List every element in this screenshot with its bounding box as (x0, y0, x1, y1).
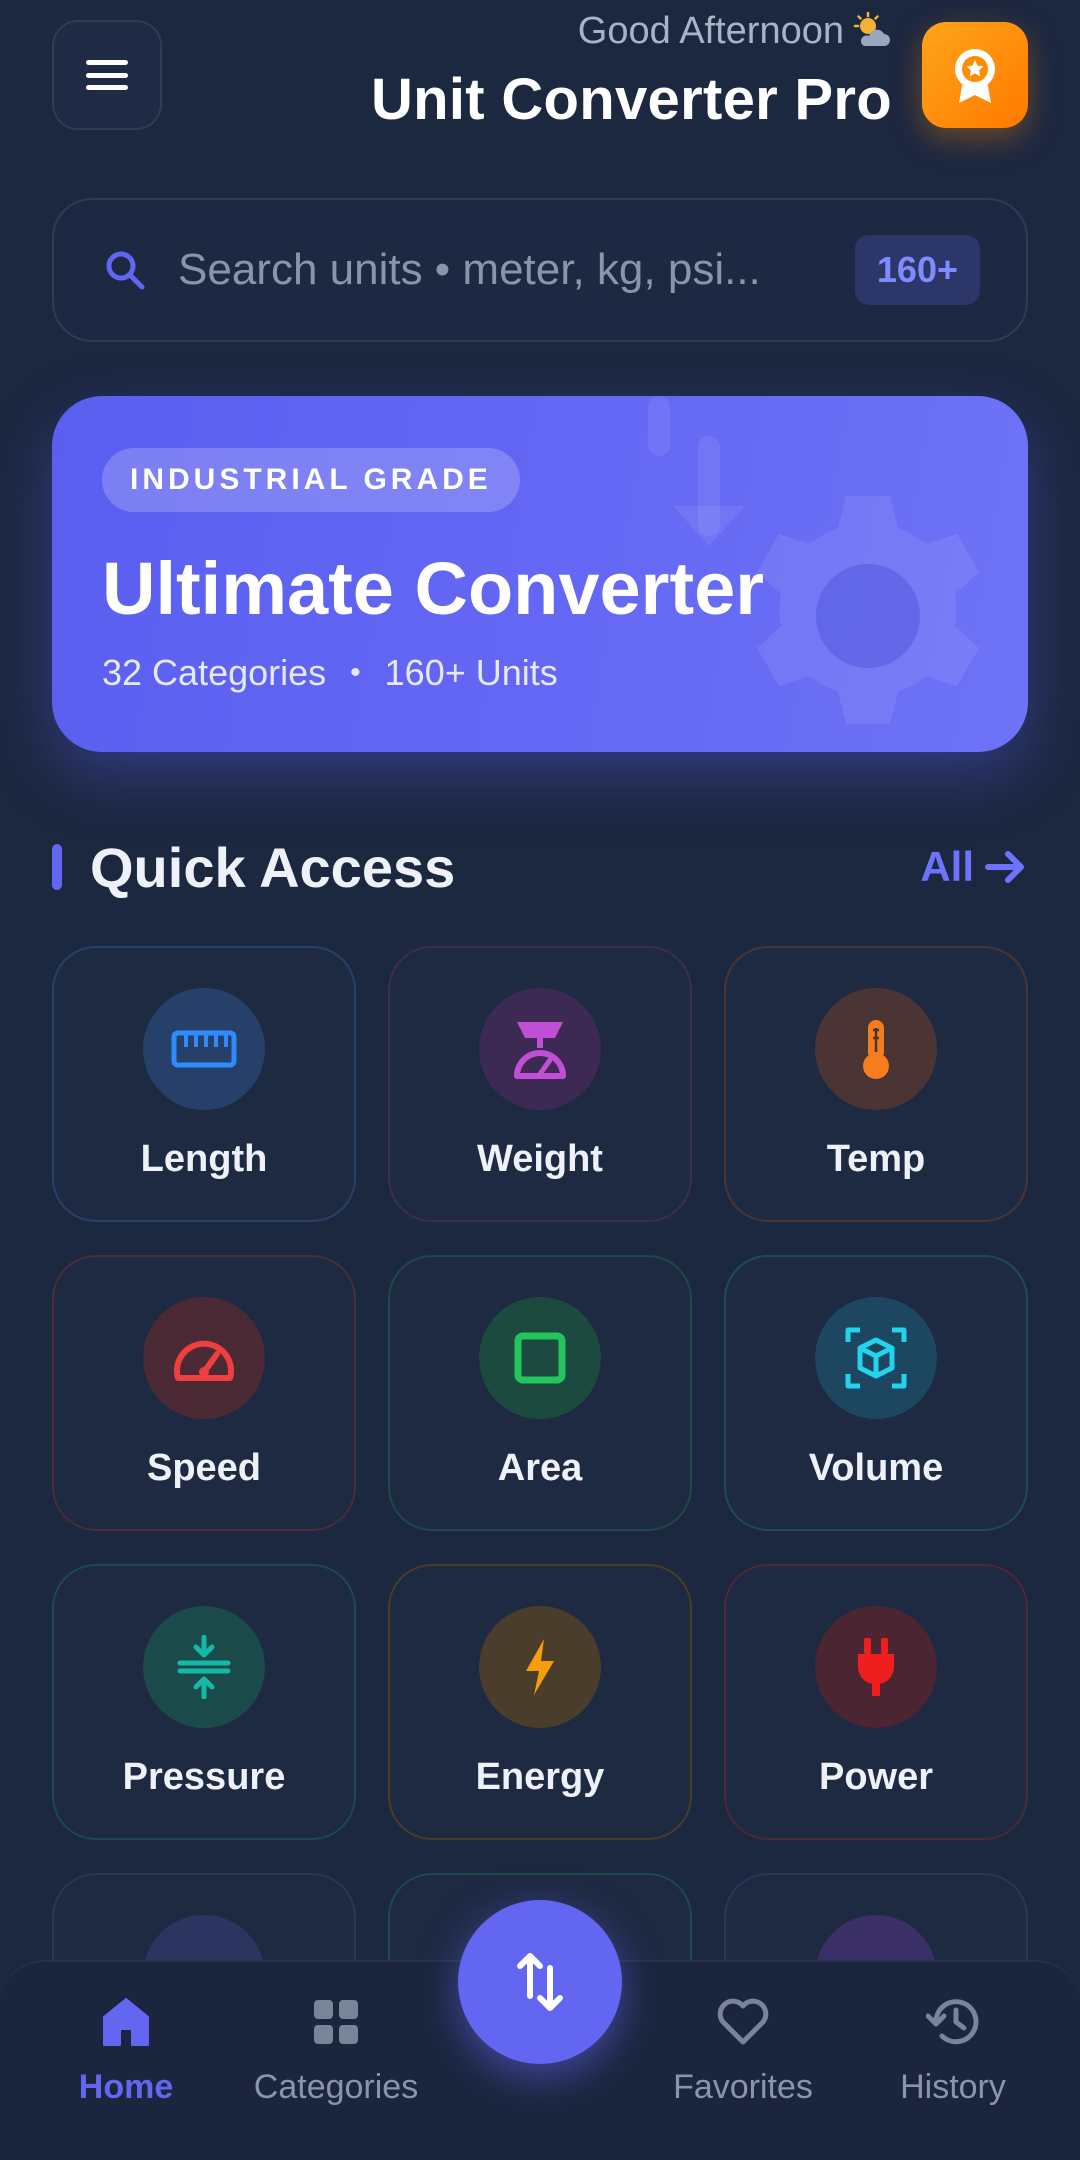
tile-label: Pressure (122, 1756, 286, 1798)
tile-label: Power (818, 1756, 934, 1798)
swap-arrows-icon (517, 1953, 563, 2011)
units-count-badge: 160+ (854, 235, 980, 305)
greeting: Good Afternoon (578, 10, 892, 53)
nav-categories[interactable]: Categories (236, 1992, 436, 2107)
history-icon (926, 1999, 979, 2045)
tile-label: Length (140, 1138, 268, 1180)
menu-button[interactable] (52, 20, 162, 130)
scale-icon (479, 988, 601, 1110)
bolt-icon (479, 1606, 601, 1728)
promo-banner[interactable]: INDUSTRIAL GRADE Ultimate Converter 32 C… (52, 396, 1028, 752)
nav-favorites[interactable]: Favorites (643, 1992, 843, 2107)
convert-fab-button[interactable] (458, 1900, 622, 2064)
category-tile-energy[interactable]: Energy (388, 1564, 692, 1840)
award-button[interactable] (922, 22, 1028, 128)
units-count: 160+ Units (384, 652, 558, 693)
separator-dot: • (350, 656, 361, 689)
compress-icon (143, 1606, 265, 1728)
ruler-icon (143, 988, 265, 1110)
search-bar[interactable]: 160+ (52, 198, 1028, 342)
square-icon (479, 1297, 601, 1419)
arrow-right-icon (985, 851, 1024, 883)
view-all-label: All (920, 843, 974, 890)
category-tile-temp[interactable]: Temp (724, 946, 1028, 1222)
banner-title: Ultimate Converter (102, 547, 765, 630)
view-all-link[interactable]: All (920, 843, 1028, 891)
category-tile-power[interactable]: Power (724, 1564, 1028, 1840)
nav-label: History (900, 2068, 1006, 2106)
grid-icon (314, 2000, 358, 2044)
banner-subtitle: 32 Categories • 160+ Units (102, 652, 558, 694)
tile-label: Area (497, 1447, 583, 1489)
tile-label: Weight (477, 1138, 603, 1180)
nav-history[interactable]: History (853, 1992, 1053, 2107)
nav-label: Categories (253, 2068, 419, 2106)
hamburger-icon (86, 60, 128, 90)
category-tile-pressure[interactable]: Pressure (52, 1564, 356, 1840)
heart-icon (717, 1998, 769, 2045)
app-screen: Good Afternoon Unit Converter Pro 160+ (0, 0, 1080, 2160)
categories-count: 32 Categories (102, 652, 327, 693)
award-icon (955, 49, 995, 103)
category-tile-area[interactable]: Area (388, 1255, 692, 1531)
category-tile-weight[interactable]: Weight (388, 946, 692, 1222)
speedometer-icon (143, 1297, 265, 1419)
quick-access-header: Quick Access All (52, 832, 1028, 902)
tile-label: Energy (475, 1756, 605, 1798)
nav-home[interactable]: Home (26, 1992, 226, 2107)
search-input[interactable] (178, 245, 837, 295)
search-icon (106, 251, 145, 290)
category-tile-length[interactable]: Length (52, 946, 356, 1222)
greeting-text: Good Afternoon (577, 10, 844, 52)
app-title: Unit Converter Pro (370, 67, 892, 132)
home-icon (103, 1998, 149, 2046)
category-tile-volume[interactable]: Volume (724, 1255, 1028, 1531)
tile-label: Speed (146, 1447, 262, 1489)
tile-label: Temp (826, 1138, 926, 1180)
cube-icon (815, 1297, 937, 1419)
thermometer-icon (815, 988, 937, 1110)
category-tile-speed[interactable]: Speed (52, 1255, 356, 1531)
nav-label: Favorites (673, 2068, 813, 2106)
tile-label: Volume (808, 1447, 944, 1489)
sun-cloud-icon (853, 11, 890, 46)
industrial-grade-chip: INDUSTRIAL GRADE (102, 448, 520, 512)
section-title: Quick Access (90, 835, 456, 899)
section-accent-bar (52, 844, 62, 890)
nav-label: Home (78, 2068, 174, 2106)
plug-icon (815, 1606, 937, 1728)
